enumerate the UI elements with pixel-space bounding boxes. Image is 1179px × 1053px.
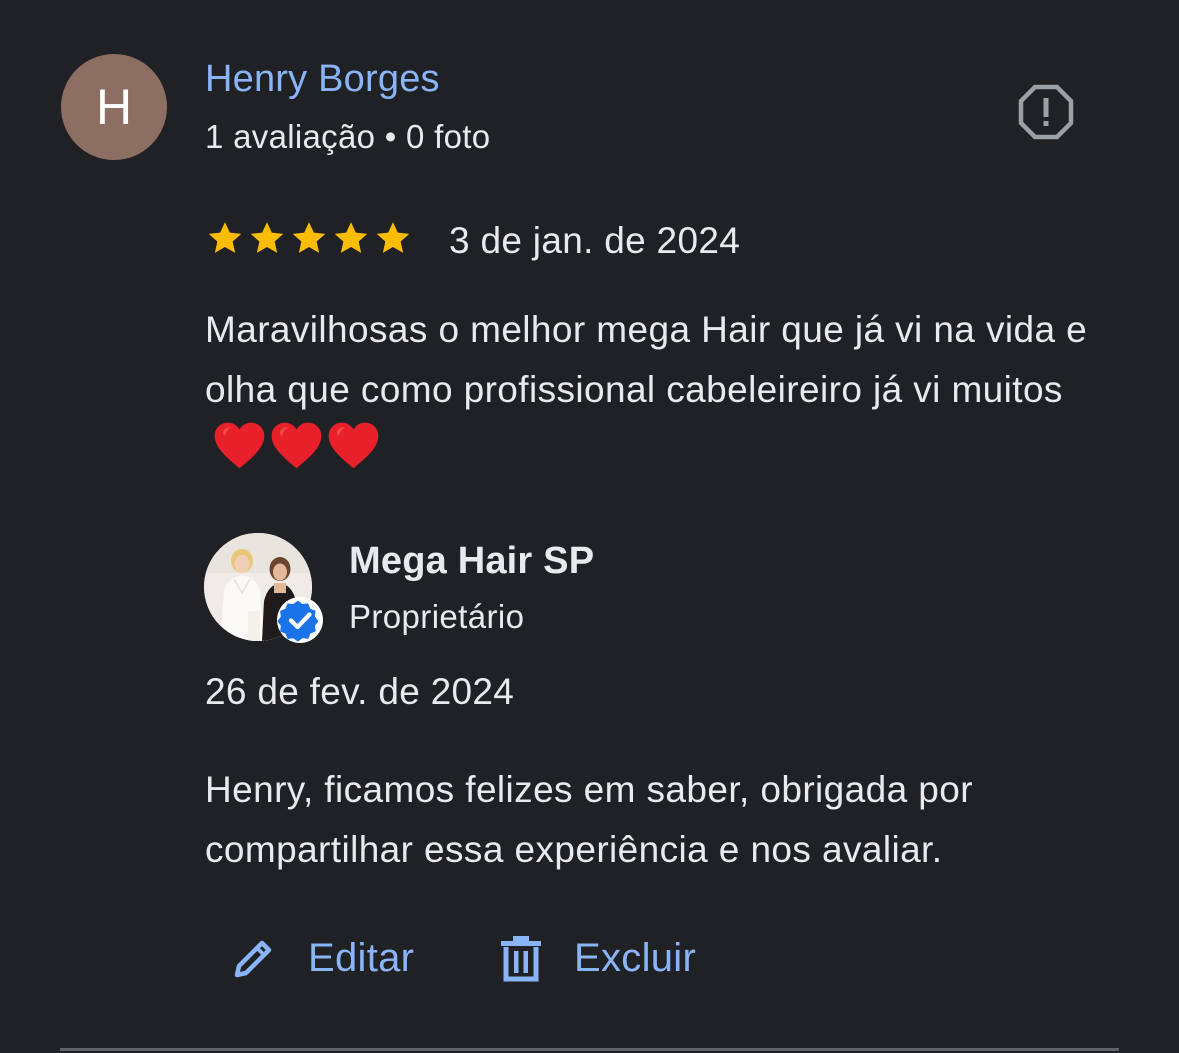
star-icon	[208, 222, 242, 253]
edit-label: Editar	[308, 935, 415, 980]
heart-icon	[271, 422, 322, 469]
reply-text: Henry, ficamos felizes em saber, obrigad…	[205, 769, 973, 870]
review-body: Maravilhosas o melhor mega Hair que já v…	[205, 309, 1088, 410]
edit-button[interactable]: Editar	[230, 928, 414, 988]
heart-emojis	[213, 420, 380, 470]
avatar-letter: H	[95, 79, 133, 135]
verified-badge-icon	[277, 597, 323, 643]
owner-name[interactable]: Mega Hair SP	[349, 540, 594, 583]
delete-label: Excluir	[574, 935, 697, 980]
star-icon	[334, 222, 368, 253]
divider	[60, 1048, 1119, 1051]
reviewer-name[interactable]: Henry Borges	[205, 58, 440, 101]
heart-icon	[328, 422, 379, 469]
star-rating	[205, 218, 413, 258]
delete-button[interactable]: Excluir	[498, 928, 696, 988]
heart-icon	[214, 422, 265, 469]
owner-role: Proprietário	[349, 598, 525, 635]
review-text: Maravilhosas o melhor mega Hair que já v…	[205, 300, 1105, 480]
reviewer-avatar[interactable]: H	[61, 54, 167, 160]
reviewer-meta: 1 avaliação • 0 foto	[205, 118, 491, 155]
reply-date: 26 de fev. de 2024	[205, 671, 515, 712]
review-card: H Henry Borges 1 avaliação • 0 foto 3 de…	[0, 0, 1179, 1053]
star-icon	[250, 222, 284, 253]
pencil-icon	[234, 940, 272, 978]
report-button[interactable]	[1016, 82, 1076, 142]
star-icon	[292, 222, 326, 253]
report-icon	[1018, 84, 1074, 140]
star-icon	[376, 222, 410, 253]
trash-icon	[501, 936, 541, 982]
review-date: 3 de jan. de 2024	[449, 220, 741, 261]
